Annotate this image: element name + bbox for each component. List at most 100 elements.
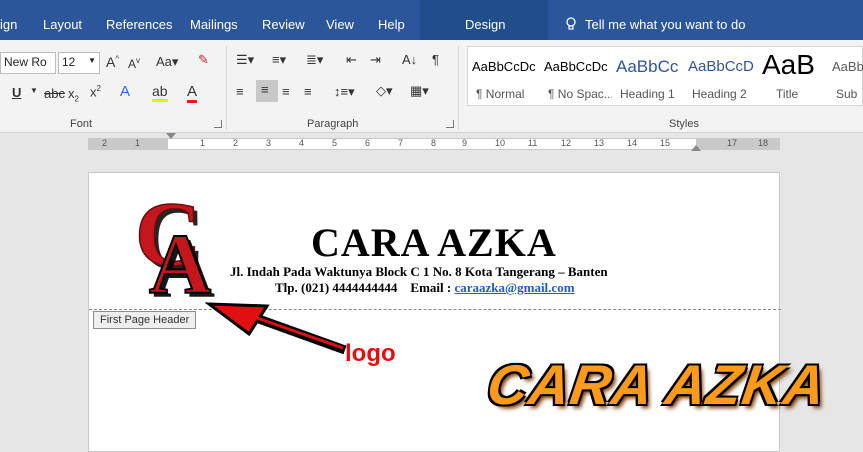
font-name-select[interactable]: New Ro [0,52,56,74]
font-dialog-launcher[interactable] [214,120,222,128]
style-name: Heading 2 [692,87,747,101]
document-email-label: Email : [410,280,452,295]
style-name: Title [776,87,799,101]
ruler-number: 1 [135,138,141,148]
justify-icon[interactable]: ≡ [304,84,312,99]
tab-references[interactable]: References [106,17,172,32]
paragraph-group-label: Paragraph [307,118,359,130]
group-divider [458,46,459,130]
style-name: Heading 1 [620,87,675,101]
document-address[interactable]: Jl. Indah Pada Waktunya Block C 1 No. 8 … [230,264,608,280]
tab-help[interactable]: Help [378,17,405,32]
numbering-icon[interactable]: ≡▾ [272,52,286,68]
align-center-icon[interactable]: ≡ [256,80,278,102]
ruler-number: 8 [431,138,437,148]
ruler-number: 11 [528,138,538,148]
chevron-down-icon: ▼ [88,56,96,65]
multilevel-list-icon[interactable]: ≣▾ [306,52,323,68]
style-normal[interactable]: AaBbCcDc ¶ Normal [468,47,540,105]
document-email-link[interactable]: caraazka@gmail.com [454,280,574,295]
style-sample: AaBbCcD [688,58,754,75]
watermark-text: CARA AZKA [483,353,831,416]
subscript-button[interactable]: x2 [68,86,79,104]
decrease-indent-icon[interactable]: ⇤ [346,52,357,68]
style-heading-2[interactable]: AaBbCcD Heading 2 [684,47,756,105]
align-left-icon[interactable]: ≡ [236,84,244,99]
eraser-icon[interactable]: ✎ [198,52,209,68]
ribbon: New Ro 12 ▼ A^ Av Aa▾ ✎ U ▼ abc x2 x2 A a… [0,40,863,133]
line-spacing-icon[interactable]: ↕≡▾ [334,84,355,100]
font-color-button[interactable]: A [187,83,198,103]
tab-design[interactable]: ign [0,17,17,32]
paragraph-dialog-launcher[interactable] [446,120,454,128]
font-name-value: New Ro [4,55,47,69]
style-sample: AaBbCc [616,57,679,76]
ruler-number: 2 [233,138,239,148]
font-group-label: Font [70,118,93,130]
ruler-number: 10 [495,138,506,148]
bullets-icon[interactable]: ☰▾ [236,52,254,68]
style-heading-1[interactable]: AaBbCc Heading 1 [612,47,684,105]
borders-icon[interactable]: ▦▾ [410,83,429,99]
style-name: ¶ No Spac... [548,87,612,101]
superscript-button[interactable]: x2 [90,84,101,99]
ruler-left-margin [88,139,168,149]
lightbulb-icon [566,17,576,30]
tell-me-search[interactable]: Tell me what you want to do [565,17,745,32]
company-logo: C C A A [134,185,215,301]
strikethrough-button[interactable]: abc [44,86,65,101]
horizontal-ruler[interactable]: 2 1 1 2 3 4 5 6 7 8 9 10 11 12 13 14 15 … [88,133,780,151]
style-subtitle[interactable]: AaBbCc Sub [828,47,863,105]
header-boundary-line [89,309,781,310]
ruler-number: 5 [332,138,338,148]
show-formatting-icon[interactable]: ¶ [432,52,439,67]
ruler-number: 17 [727,138,738,148]
tab-mailings[interactable]: Mailings [190,17,238,32]
style-sample: AaBbCcDc [472,59,536,74]
font-size-value: 12 [62,55,76,69]
chevron-down-icon[interactable]: ▼ [30,86,38,95]
ruler-number: 6 [365,138,371,148]
ruler-number: 9 [462,138,468,148]
text-effects-button[interactable]: A [120,83,130,100]
document-title[interactable]: CARA AZKA [311,219,557,266]
ruler-number: 3 [266,138,272,148]
style-title[interactable]: AaB Title [756,47,828,105]
increase-indent-icon[interactable]: ⇥ [370,52,381,68]
tab-layout[interactable]: Layout [43,17,82,32]
tab-review[interactable]: Review [262,17,305,32]
tab-header-design[interactable]: Design [465,17,505,32]
ruler-number: 1 [200,138,206,148]
align-right-icon[interactable]: ≡ [282,84,290,99]
ruler-number: 7 [398,138,404,148]
highlight-button[interactable]: ab [152,83,168,102]
document-contact-line[interactable]: Tlp. (021) 4444444444 Email : caraazka@g… [275,280,575,296]
ruler-number: 15 [660,138,671,148]
font-size-select[interactable]: 12 ▼ [58,52,100,74]
svg-text:A: A [149,216,211,301]
shading-icon[interactable]: ◇▾ [376,83,393,99]
callout-arrow [205,302,347,355]
underline-button[interactable]: U [12,85,21,100]
styles-group-label: Styles [669,118,699,130]
styles-gallery: AaBbCcDc ¶ Normal AaBbCcDc ¶ No Spac... … [467,46,863,106]
right-indent-marker[interactable] [691,145,701,151]
first-page-header-tag[interactable]: First Page Header [93,311,197,329]
first-line-indent-marker[interactable] [166,133,176,139]
ruler-number: 13 [594,138,605,148]
change-case-button[interactable]: Aa▾ [156,54,178,70]
grow-font-button[interactable]: A^ [106,54,119,70]
document-phone: Tlp. (021) 4444444444 [275,280,398,295]
style-name: Sub [836,87,858,101]
shrink-font-button[interactable]: Av [128,56,140,71]
ruler-number: 2 [102,138,108,148]
tab-view[interactable]: View [326,17,354,32]
sort-icon[interactable]: A↓ [402,52,417,67]
logo-callout-label: logo [345,340,396,367]
style-no-spacing[interactable]: AaBbCcDc ¶ No Spac... [540,47,612,105]
style-sample: AaBbCcDc [544,59,608,74]
ruler-number: 18 [758,138,769,148]
style-sample: AaB [762,49,815,80]
tell-me-text: Tell me what you want to do [585,17,746,32]
style-sample: AaBbCc [832,59,863,74]
